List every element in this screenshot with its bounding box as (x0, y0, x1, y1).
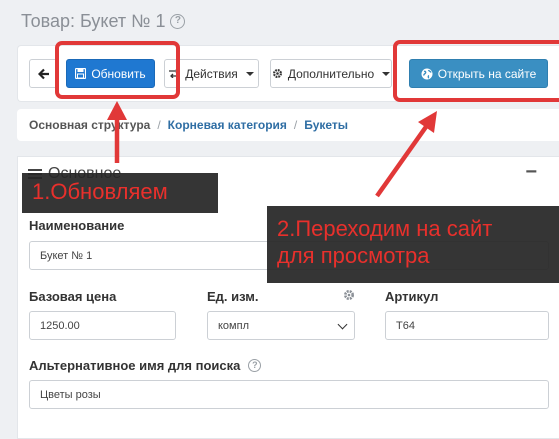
alt-name-input[interactable]: Цветы розы (29, 380, 549, 409)
collapse-button[interactable]: − (525, 161, 537, 184)
price-input[interactable]: 1250.00 (29, 311, 176, 340)
alt-name-label: Альтернативное имя для поиска (29, 358, 241, 373)
page-title: Товар: Букет № 1 ? (21, 11, 186, 32)
breadcrumb-item-category[interactable]: Корневая категория (168, 118, 287, 132)
unit-label: Ед. изм. (207, 289, 259, 304)
gear-icon (272, 68, 282, 79)
unit-select[interactable]: компл (207, 311, 355, 340)
help-icon[interactable]: ? (170, 14, 186, 29)
highlight-update-button (55, 41, 180, 99)
breadcrumb-item-root[interactable]: Основная структура (29, 118, 150, 132)
name-label: Наименование (29, 218, 125, 233)
annotation-step2-line1: 2.Переходим на сайт (277, 216, 493, 241)
more-label: Дополнительно (287, 66, 375, 81)
alt-name-label-row: Альтернативное имя для поиска ? (29, 358, 262, 373)
annotation-step2-line2: для просмотра (277, 243, 430, 268)
annotation-step2: 2.Переходим на сайт для просмотра (267, 206, 559, 283)
sku-input-value: Т64 (396, 319, 415, 332)
price-input-value: 1250.00 (40, 319, 80, 332)
breadcrumb-separator: / (293, 118, 298, 132)
caret-down-icon (245, 71, 254, 76)
help-icon[interactable]: ? (248, 359, 262, 372)
chevron-down-icon (337, 319, 348, 330)
more-dropdown[interactable]: Дополнительно (270, 59, 392, 88)
breadcrumb-item-current[interactable]: Букеты (304, 118, 348, 132)
annotation-step1: 1.Обновляем (22, 173, 218, 213)
alt-name-input-value: Цветы розы (40, 388, 101, 401)
breadcrumb-separator: / (157, 118, 161, 132)
sku-label: Артикул (385, 289, 439, 304)
breadcrumb: Основная структура / Корневая категория … (17, 109, 559, 141)
gear-icon[interactable] (343, 289, 355, 301)
name-input-value: Букет № 1 (40, 249, 93, 262)
sku-input[interactable]: Т64 (385, 311, 549, 340)
caret-down-icon (382, 71, 391, 76)
actions-label: Действия (185, 66, 238, 81)
unit-select-value: компл (218, 319, 249, 332)
annotation-step1-text: 1.Обновляем (32, 179, 168, 204)
highlight-open-site-button (393, 40, 559, 102)
price-label: Базовая цена (29, 289, 117, 304)
page-title-text: Товар: Букет № 1 (21, 11, 166, 31)
arrow-left-icon (38, 68, 49, 79)
